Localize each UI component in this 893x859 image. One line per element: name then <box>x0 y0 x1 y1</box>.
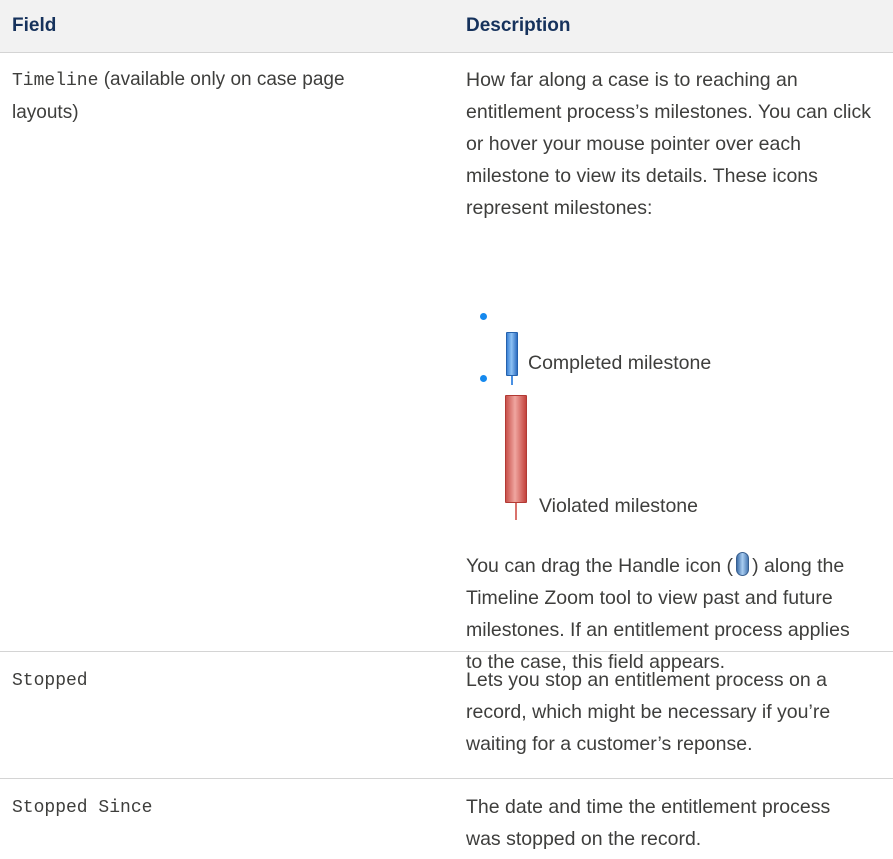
field-cell: Stopped Since <box>12 791 432 824</box>
description-line: How far along a case is to reaching an <box>466 69 798 91</box>
description-line: record, which might be necessary if you’… <box>466 701 831 723</box>
description-line: milestones. If an entitlement process ap… <box>466 619 850 641</box>
description-line: represent milestones: <box>466 197 653 219</box>
table-row-stopped: Stopped Lets you stop an entitlement pro… <box>0 652 893 779</box>
description-line: entitlement process’s milestones. You ca… <box>466 101 872 123</box>
handle-text-prefix: You can drag the Handle icon ( <box>466 555 734 577</box>
column-header-field: Field <box>12 15 57 36</box>
table-row-timeline: Timeline (available only on case page la… <box>0 53 893 673</box>
description-line: waiting for a customer’s reponse. <box>466 733 753 755</box>
description-line: You can drag the Handle icon ( ) along th… <box>466 550 886 582</box>
bullet-dot <box>480 313 487 320</box>
description-line: or hover your mouse pointer over each <box>466 133 801 155</box>
description-cell: How far along a case is to reaching an e… <box>466 64 886 224</box>
violated-milestone-icon <box>505 395 527 521</box>
handle-icon <box>736 552 750 576</box>
bullet-dot <box>480 375 487 382</box>
field-cell: Stopped <box>12 664 432 697</box>
handle-text-suffix: ) along the <box>752 555 845 577</box>
table-header: Field Description <box>0 0 893 53</box>
description-line: milestone to view its details. These ico… <box>466 165 818 187</box>
description-line: was stopped on the record. <box>466 828 702 850</box>
field-name: Stopped Since <box>12 798 153 818</box>
description-line: Timeline Zoom tool to view past and futu… <box>466 587 833 609</box>
completed-milestone-icon <box>506 332 518 385</box>
field-note-continued: layouts) <box>12 102 79 123</box>
field-name: Timeline <box>12 71 99 91</box>
table-row-stopped-since: Stopped Since The date and time the enti… <box>0 779 893 859</box>
field-note: (available only on case page <box>98 69 345 90</box>
description-line: Lets you stop an entitlement process on … <box>466 669 827 691</box>
completed-milestone-label: Completed milestone <box>528 352 712 374</box>
fields-table: Field Description Timeline (available on… <box>0 0 893 859</box>
column-header-description: Description <box>466 15 571 36</box>
field-cell: Timeline (available only on case page la… <box>12 64 432 129</box>
violated-milestone-label: Violated milestone <box>539 495 698 517</box>
description-cell: Lets you stop an entitlement process on … <box>466 664 886 760</box>
description-line: The date and time the entitlement proces… <box>466 796 831 818</box>
field-name: Stopped <box>12 671 88 691</box>
description-cell: The date and time the entitlement proces… <box>466 791 886 855</box>
